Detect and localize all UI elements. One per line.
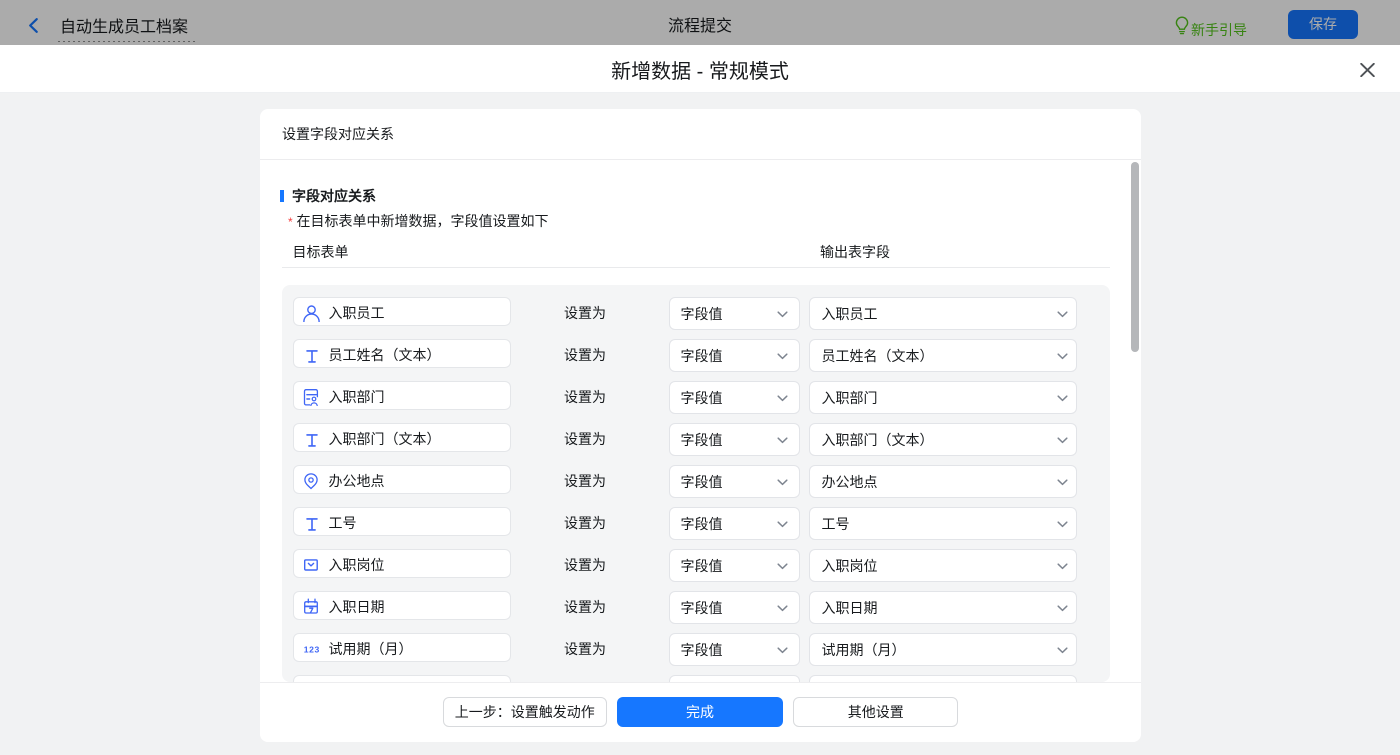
svg-text:123: 123 [304, 644, 320, 654]
